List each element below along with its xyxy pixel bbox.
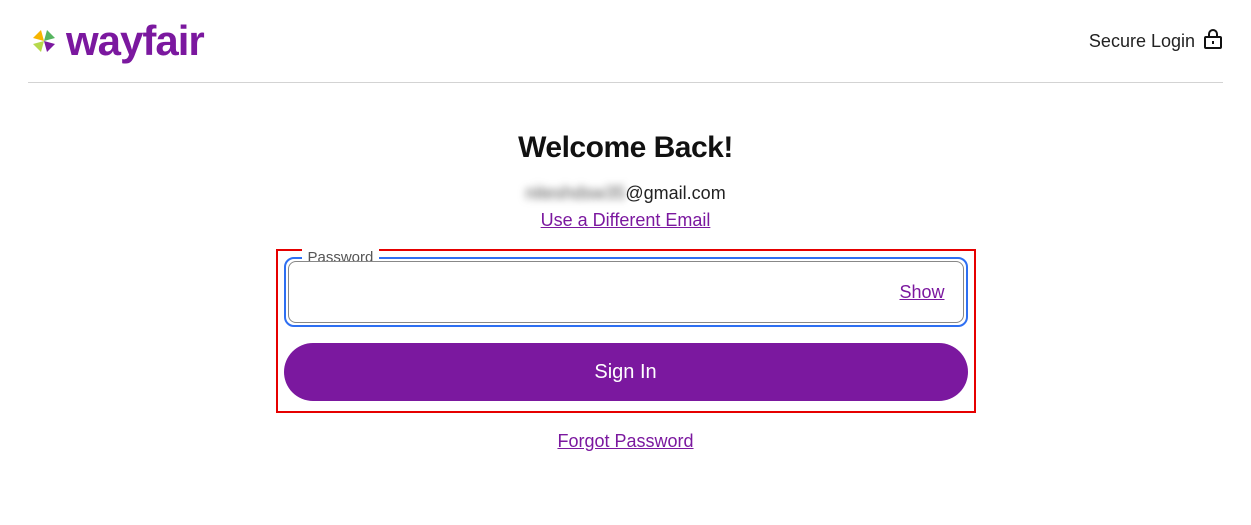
- email-display: niteshdsw35@gmail.com: [525, 183, 725, 204]
- email-domain: @gmail.com: [625, 183, 725, 204]
- password-field-inner: Show: [288, 261, 964, 323]
- annotation-highlight: Password Show Sign In: [276, 249, 976, 413]
- page-title: Welcome Back!: [518, 131, 733, 165]
- wayfair-pinwheel-icon: [28, 25, 60, 57]
- header: wayfair Secure Login: [0, 0, 1251, 82]
- login-form: Welcome Back! niteshdsw35@gmail.com Use …: [0, 83, 1251, 452]
- wayfair-logo[interactable]: wayfair: [28, 20, 204, 62]
- email-local-obscured: niteshdsw35: [525, 183, 625, 204]
- password-field-wrapper: Password Show: [284, 257, 968, 327]
- use-different-email-link[interactable]: Use a Different Email: [541, 210, 711, 231]
- secure-login-label: Secure Login: [1089, 28, 1223, 55]
- forgot-password-link[interactable]: Forgot Password: [557, 431, 693, 452]
- secure-login-text: Secure Login: [1089, 31, 1195, 52]
- password-input[interactable]: [307, 262, 900, 322]
- lock-icon: [1203, 28, 1223, 55]
- brand-name: wayfair: [66, 20, 204, 62]
- show-password-toggle[interactable]: Show: [899, 282, 944, 303]
- sign-in-button[interactable]: Sign In: [284, 343, 968, 401]
